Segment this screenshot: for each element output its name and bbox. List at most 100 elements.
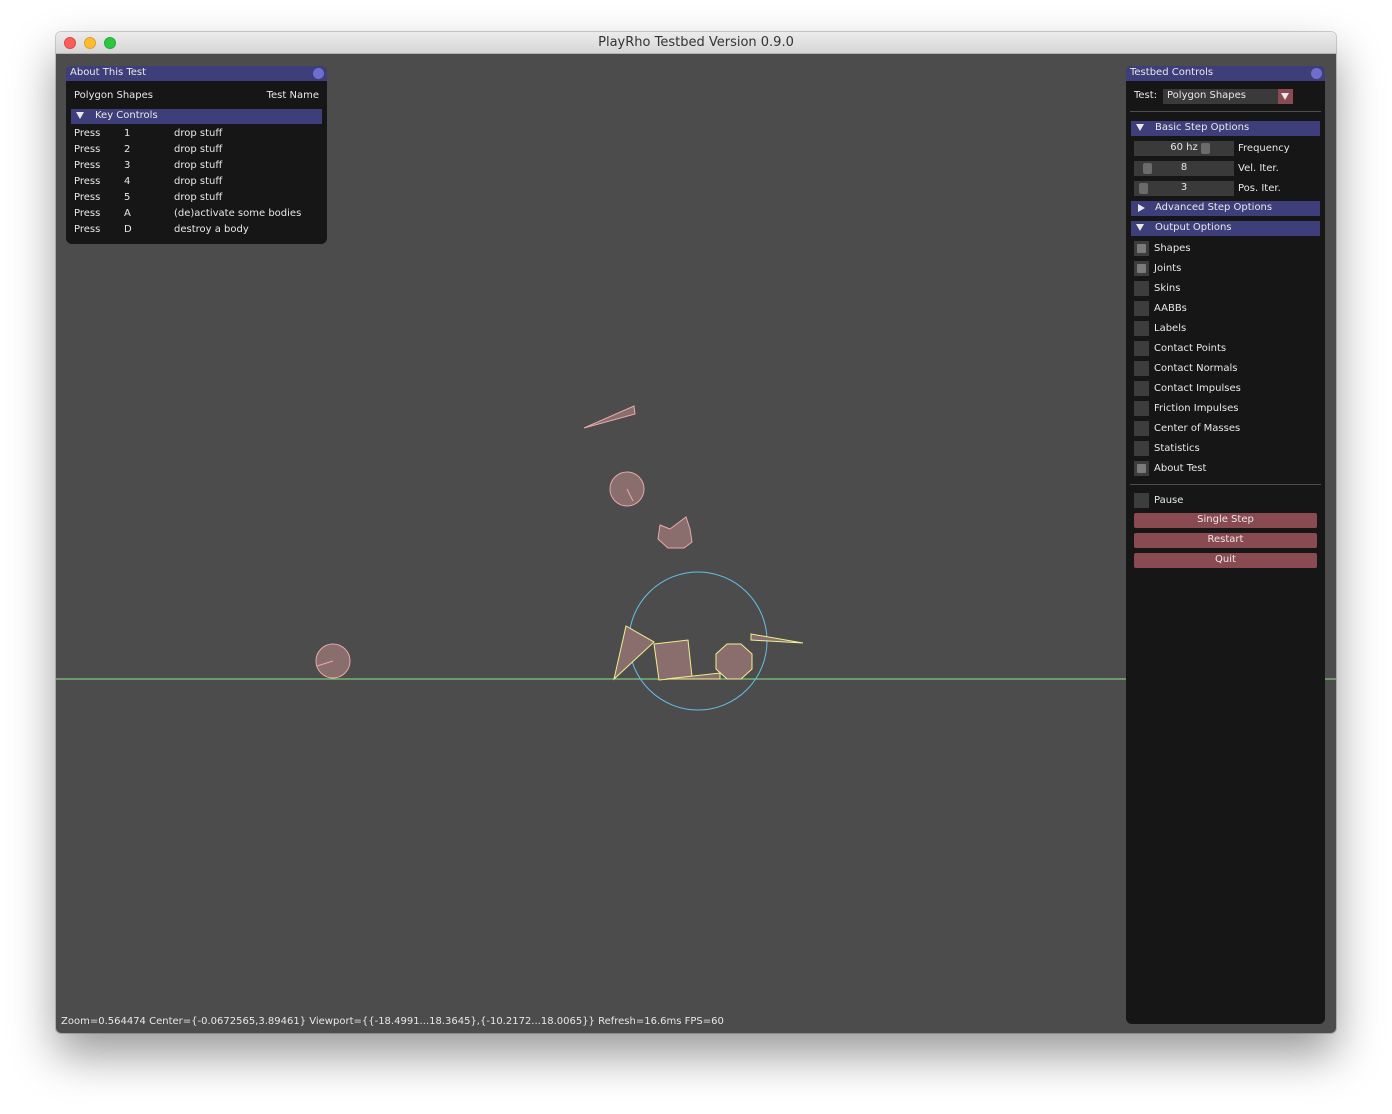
- slider-handle[interactable]: [1143, 163, 1152, 174]
- restart-button[interactable]: Restart: [1134, 533, 1317, 548]
- shapes-checkbox[interactable]: Shapes: [1134, 241, 1314, 257]
- contact-normals-checkbox[interactable]: Contact Normals: [1134, 361, 1314, 377]
- key-action: Press: [74, 176, 101, 187]
- body-sliver: [583, 405, 636, 429]
- window-title: PlayRho Testbed Version 0.9.0: [598, 35, 794, 50]
- controls-panel-collapse-button[interactable]: [1311, 68, 1322, 79]
- pos-iter-label: Pos. Iter.: [1238, 183, 1281, 194]
- body-box-ground: [653, 639, 693, 681]
- collapse-arrow-icon: [1136, 224, 1144, 231]
- quit-button[interactable]: Quit: [1134, 553, 1317, 568]
- key-description: drop stuff: [174, 144, 223, 155]
- checkbox-label: AABBs: [1154, 303, 1187, 314]
- slider-handle[interactable]: [1201, 143, 1210, 154]
- key-row: Press 2 drop stuff: [74, 144, 319, 158]
- advanced-step-options-header[interactable]: Advanced Step Options: [1131, 201, 1320, 216]
- aabbs-checkbox[interactable]: AABBs: [1134, 301, 1314, 317]
- about-test-checkbox[interactable]: About Test: [1134, 461, 1314, 477]
- status-bar: Zoom=0.564474 Center={-0.0672565,3.89461…: [61, 1016, 724, 1027]
- simulation-canvas[interactable]: About This Test Polygon Shapes Test Name…: [56, 54, 1336, 1033]
- checkbox-label: Contact Impulses: [1154, 383, 1241, 394]
- key-controls-label: Key Controls: [95, 110, 158, 121]
- key-action: Press: [74, 128, 101, 139]
- key-row: Press 3 drop stuff: [74, 160, 319, 174]
- labels-checkbox[interactable]: Labels: [1134, 321, 1314, 337]
- checkbox-box[interactable]: [1134, 381, 1149, 396]
- checkbox-label: Center of Masses: [1154, 423, 1241, 434]
- checkbox-label: Labels: [1154, 323, 1187, 334]
- output-options-header[interactable]: Output Options: [1131, 221, 1320, 236]
- checkbox-label: Statistics: [1154, 443, 1200, 454]
- checkbox-label: Skins: [1154, 283, 1181, 294]
- test-select-label: Test:: [1134, 90, 1158, 101]
- checkmark-icon: [1137, 264, 1146, 273]
- key-name: D: [124, 224, 132, 235]
- key-name: 5: [124, 192, 131, 203]
- about-panel-title: About This Test: [70, 67, 147, 78]
- joints-checkbox[interactable]: Joints: [1134, 261, 1314, 277]
- test-name-row: Polygon Shapes Test Name: [74, 90, 319, 104]
- about-panel-collapse-button[interactable]: [313, 68, 324, 79]
- body-triangle-right: [750, 633, 804, 644]
- checkbox-box[interactable]: [1134, 461, 1149, 476]
- key-row: Press 1 drop stuff: [74, 128, 319, 142]
- basic-step-options-header[interactable]: Basic Step Options: [1131, 121, 1320, 136]
- vel-iter-slider[interactable]: 8: [1134, 161, 1234, 176]
- checkbox-box[interactable]: [1134, 321, 1149, 336]
- checkbox-box[interactable]: [1134, 493, 1149, 508]
- key-action: Press: [74, 160, 101, 171]
- single-step-button[interactable]: Single Step: [1134, 513, 1317, 528]
- key-description: destroy a body: [174, 224, 249, 235]
- pause-label: Pause: [1154, 495, 1184, 506]
- checkbox-box[interactable]: [1134, 301, 1149, 316]
- checkbox-box[interactable]: [1134, 421, 1149, 436]
- about-panel-header[interactable]: About This Test: [66, 66, 327, 81]
- testbed-controls-panel: Testbed Controls Test: Polygon Shapes Ba…: [1126, 66, 1325, 1024]
- key-action: Press: [74, 224, 101, 235]
- checkbox-box[interactable]: [1134, 361, 1149, 376]
- checkbox-label: Friction Impulses: [1154, 403, 1239, 414]
- key-action: Press: [74, 192, 101, 203]
- test-select[interactable]: Polygon Shapes: [1163, 89, 1293, 104]
- divider: [1130, 111, 1321, 112]
- expand-arrow-icon: [1138, 204, 1145, 212]
- skins-checkbox[interactable]: Skins: [1134, 281, 1314, 297]
- key-row: Press 4 drop stuff: [74, 176, 319, 190]
- frequency-value: 60 hz: [1170, 142, 1198, 153]
- key-row: Press D destroy a body: [74, 224, 319, 238]
- key-controls-header[interactable]: Key Controls: [71, 109, 322, 124]
- checkbox-box[interactable]: [1134, 401, 1149, 416]
- vel-iter-label: Vel. Iter.: [1238, 163, 1279, 174]
- single-step-label: Single Step: [1197, 514, 1254, 525]
- checkbox-box[interactable]: [1134, 281, 1149, 296]
- dropdown-arrow-icon[interactable]: [1278, 89, 1293, 104]
- pause-checkbox[interactable]: Pause: [1134, 493, 1314, 509]
- restart-label: Restart: [1207, 534, 1244, 545]
- advanced-step-options-label: Advanced Step Options: [1155, 202, 1273, 213]
- key-action: Press: [74, 208, 101, 219]
- controls-panel-header[interactable]: Testbed Controls: [1126, 66, 1325, 81]
- checkbox-label: Contact Points: [1154, 343, 1227, 354]
- key-row: Press A (de)activate some bodies: [74, 208, 319, 222]
- checkbox-box[interactable]: [1134, 341, 1149, 356]
- center-of-masses-checkbox[interactable]: Center of Masses: [1134, 421, 1314, 437]
- statistics-checkbox[interactable]: Statistics: [1134, 441, 1314, 457]
- checkbox-box[interactable]: [1134, 441, 1149, 456]
- friction-impulses-checkbox[interactable]: Friction Impulses: [1134, 401, 1314, 417]
- slider-handle[interactable]: [1139, 183, 1148, 194]
- basic-step-options-label: Basic Step Options: [1155, 122, 1250, 133]
- key-action: Press: [74, 144, 101, 155]
- contact-points-checkbox[interactable]: Contact Points: [1134, 341, 1314, 357]
- title-bar[interactable]: PlayRho Testbed Version 0.9.0: [56, 32, 1336, 54]
- checkbox-label: About Test: [1154, 463, 1207, 474]
- checkmark-icon: [1137, 244, 1146, 253]
- key-name: 3: [124, 160, 131, 171]
- frequency-slider[interactable]: 60 hz: [1134, 141, 1234, 156]
- output-options-label: Output Options: [1155, 222, 1232, 233]
- pos-iter-slider[interactable]: 3: [1134, 181, 1234, 196]
- checkbox-box[interactable]: [1134, 261, 1149, 276]
- checkbox-box[interactable]: [1134, 241, 1149, 256]
- test-name-value: Polygon Shapes: [74, 90, 153, 101]
- key-name: A: [124, 208, 131, 219]
- contact-impulses-checkbox[interactable]: Contact Impulses: [1134, 381, 1314, 397]
